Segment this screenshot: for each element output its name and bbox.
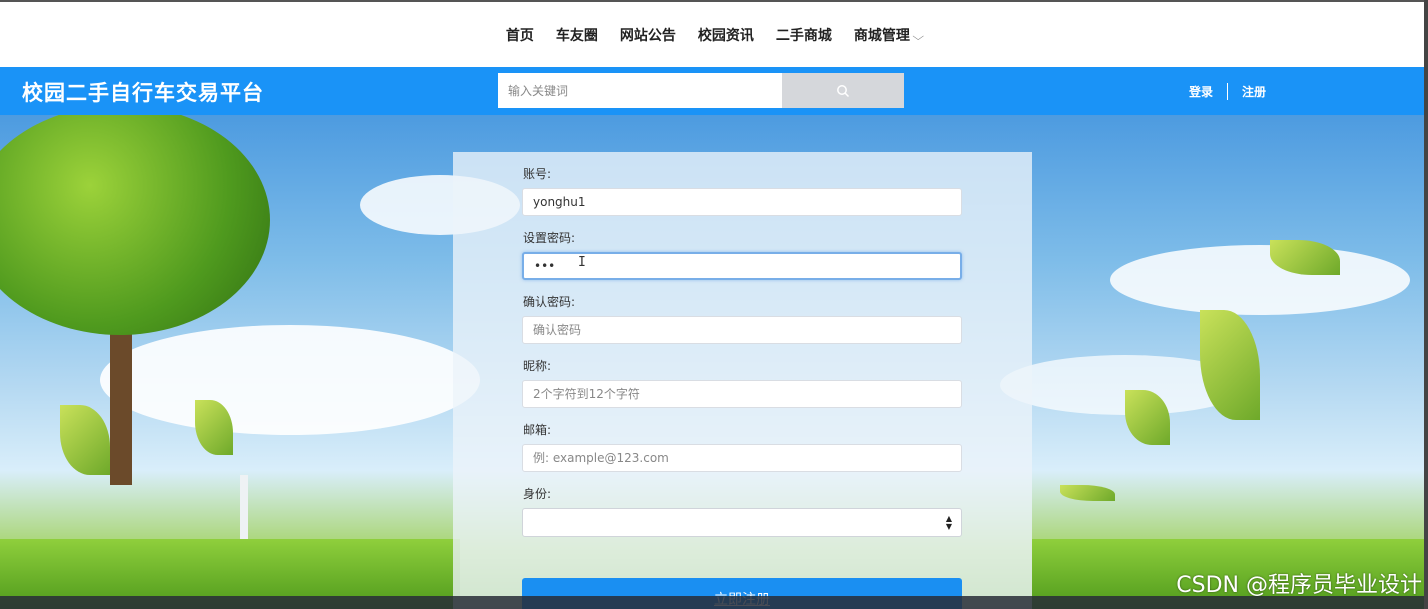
nav-home[interactable]: 首页 (506, 25, 534, 45)
nav-announcements[interactable]: 网站公告 (620, 25, 676, 45)
cloud (100, 325, 480, 435)
tree (0, 115, 270, 335)
email-label: 邮箱: (523, 423, 552, 437)
nav-mall-management-label: 商城管理 (853, 27, 910, 44)
login-link[interactable]: 登录 (1189, 83, 1213, 100)
site-brand[interactable]: 校园二手自行车交易平台 (22, 77, 264, 107)
nav-riders-circle[interactable]: 车友圈 (556, 25, 598, 45)
select-arrows-icon: ▲ ▼ (945, 514, 952, 531)
chevron-down-icon: ⌵ (912, 29, 924, 43)
search-button[interactable] (782, 73, 904, 108)
leaf (1060, 485, 1115, 501)
nickname-field[interactable] (522, 380, 962, 408)
password-label: 设置密码: (523, 231, 576, 245)
nav-second-hand-mall[interactable]: 二手商城 (776, 25, 832, 45)
role-label: 身份: (523, 487, 552, 501)
registration-panel: 账号: 设置密码: 确认密码: 昵称: 邮箱: 身份: ▲▼ 立即注册 (453, 152, 1032, 609)
role-select[interactable]: ▲ ▼ (522, 508, 962, 537)
leaf (60, 405, 110, 475)
confirm-password-field[interactable] (522, 316, 962, 344)
nav-mall-management[interactable]: 商城管理 ⌵ (853, 25, 924, 45)
nickname-label: 昵称: (523, 359, 552, 373)
header-bar: 校园二手自行车交易平台 登录 注册 (0, 67, 1428, 115)
email-field[interactable] (522, 444, 962, 472)
nav-campus-news[interactable]: 校园资讯 (698, 25, 754, 45)
account-field[interactable] (522, 188, 962, 216)
register-link[interactable]: 注册 (1242, 83, 1266, 100)
window-edge (1424, 0, 1428, 609)
search-icon (837, 84, 850, 97)
top-navigation: 首页 车友圈 网站公告 校园资讯 二手商城 商城管理 ⌵ (0, 0, 1428, 67)
watermark: CSDN @程序员毕业设计 (1176, 573, 1422, 598)
account-label: 账号: (523, 167, 552, 181)
confirm-password-label: 确认密码: (523, 295, 576, 309)
auth-links: 登录 注册 (1189, 83, 1266, 100)
search-input[interactable] (498, 73, 782, 108)
cloud (1110, 245, 1410, 315)
password-field[interactable] (522, 252, 962, 280)
divider (1227, 83, 1229, 100)
text-cursor-icon: I (578, 255, 586, 270)
